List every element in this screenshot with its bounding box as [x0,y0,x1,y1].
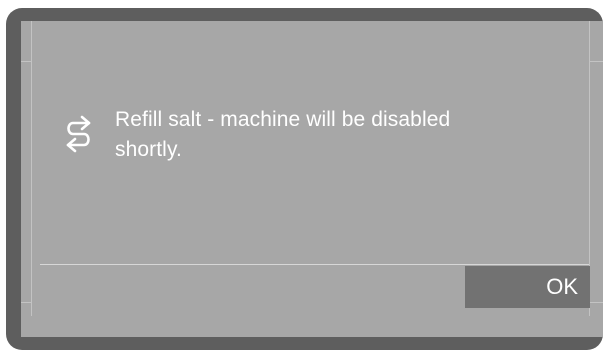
ok-button[interactable]: OK [465,266,590,308]
divider [40,264,589,265]
guide-tick [21,61,31,62]
guide-tick [589,61,603,62]
guide-tick [21,302,31,303]
dialog-message: Refill salt - machine will be disabled s… [115,108,451,161]
salt-warning-dialog: Refill salt - machine will be disabled s… [31,21,590,316]
salt-refill-icon [62,113,96,157]
display-screen: Refill salt - machine will be disabled s… [21,21,603,337]
guide-tick [589,302,603,303]
